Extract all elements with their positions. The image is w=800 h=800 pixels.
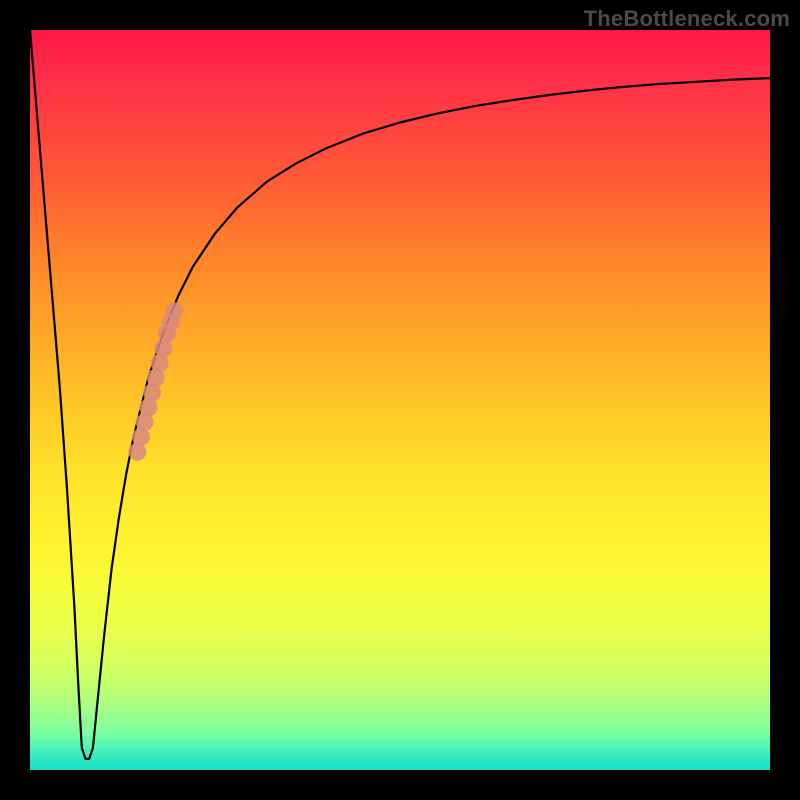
chart-svg [30, 30, 770, 770]
watermark-text: TheBottleneck.com [584, 6, 790, 32]
highlight-marker [165, 302, 183, 320]
plot-area [30, 30, 770, 770]
bottleneck-curve [30, 30, 770, 759]
highlight-markers [128, 302, 183, 461]
chart-frame: TheBottleneck.com [0, 0, 800, 800]
